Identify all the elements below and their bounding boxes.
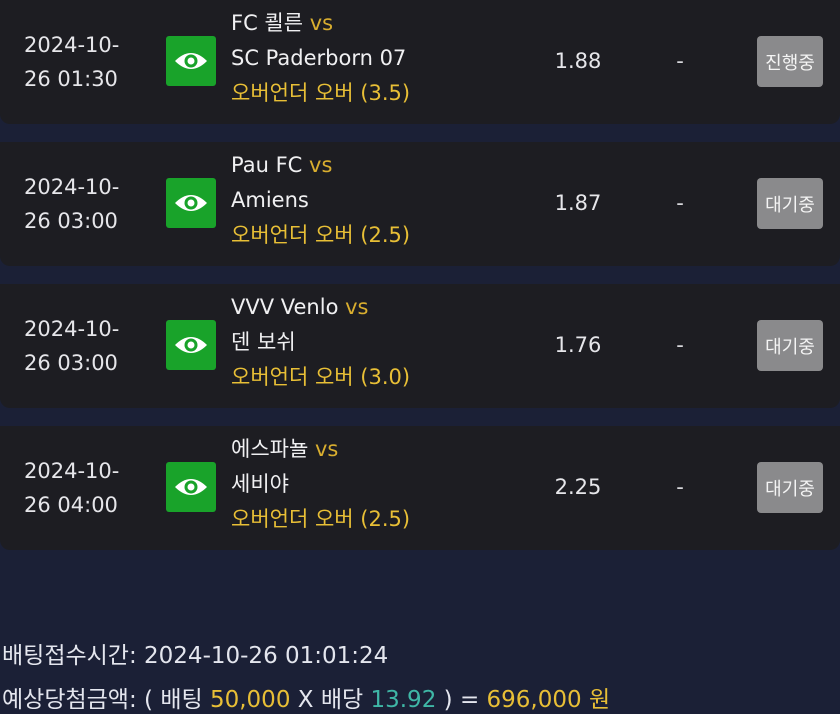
match-datetime: 2024-10- 26 01:30 (24, 28, 154, 96)
away-team: 덴 보쉬 (231, 330, 296, 354)
bet-card: 2024-10- 26 04:00 에스파뇰 vs 세비야 오버언더 오버 (2… (0, 426, 840, 550)
match-date: 2024-10- (24, 317, 120, 341)
bet-card: 2024-10- 26 03:00 Pau FC vs Amiens 오버언더 … (0, 142, 840, 266)
odds-value: 1.76 (554, 333, 602, 357)
bet-time-label: 배팅접수시간: (2, 643, 137, 669)
vs-label: vs (309, 153, 333, 177)
away-team: Amiens (231, 188, 309, 212)
odds-value: 1.88 (554, 49, 602, 73)
expected-payout-row: 예상당첨금액: ( 배팅 50,000 X 배당 13.92 ) = 696,0… (2, 680, 610, 714)
away-team: 세비야 (231, 472, 289, 496)
match-datetime: 2024-10- 26 04:00 (24, 454, 154, 522)
bet-market: 오버언더 오버 (2.5) (231, 507, 411, 531)
match-date: 2024-10- (24, 33, 120, 57)
bet-market: 오버언더 오버 (2.5) (231, 223, 411, 247)
total-odds-label: 배당 (320, 687, 364, 713)
bet-market: 오버언더 오버 (3.5) (231, 81, 411, 105)
status-button[interactable]: 대기중 (757, 178, 823, 229)
currency-label: 원 (588, 687, 611, 713)
match-time: 26 03:00 (24, 351, 118, 375)
vs-label: vs (309, 11, 334, 35)
stake-label: 배팅 (160, 687, 203, 713)
eye-icon (175, 479, 207, 495)
home-team: VVV Venlo (231, 295, 339, 319)
match-date: 2024-10- (24, 459, 120, 483)
total-odds-value: 13.92 (370, 687, 437, 713)
close-paren-equals: ) = (443, 687, 480, 713)
status-button[interactable]: 진행중 (757, 36, 823, 87)
payout-label: 예상당첨금액: (2, 687, 137, 713)
eye-icon (175, 53, 207, 69)
match-datetime: 2024-10- 26 03:00 (24, 170, 154, 238)
match-info: Pau FC vs Amiens 오버언더 오버 (2.5) (231, 148, 531, 253)
match-info: VVV Venlo vs 덴 보쉬 오버언더 오버 (3.0) (231, 290, 531, 395)
match-date: 2024-10- (24, 175, 120, 199)
view-detail-button[interactable] (166, 462, 216, 512)
bet-time-value: 2024-10-26 01:01:24 (144, 643, 389, 669)
home-team: Pau FC (231, 153, 303, 177)
odds-value: 2.25 (554, 475, 602, 499)
view-detail-button[interactable] (166, 178, 216, 228)
match-datetime: 2024-10- 26 03:00 (24, 312, 154, 380)
payout-value: 696,000 (486, 687, 582, 713)
home-team: 에스파뇰 (231, 437, 309, 461)
vs-label: vs (345, 295, 369, 319)
status-button[interactable]: 대기중 (757, 320, 823, 371)
stake-value: 50,000 (209, 687, 291, 713)
result-value: - (676, 475, 684, 499)
view-detail-button[interactable] (166, 36, 216, 86)
result-value: - (676, 49, 684, 73)
match-info: 에스파뇰 vs 세비야 오버언더 오버 (2.5) (231, 432, 531, 537)
match-time: 26 04:00 (24, 493, 118, 517)
eye-icon (175, 195, 207, 211)
home-team: FC 쾰른 (231, 11, 304, 35)
match-time: 26 01:30 (24, 67, 118, 91)
status-button[interactable]: 대기중 (757, 462, 823, 513)
bet-card: 2024-10- 26 03:00 VVV Venlo vs 덴 보쉬 오버언더… (0, 284, 840, 408)
bet-market: 오버언더 오버 (3.0) (231, 365, 411, 389)
match-time: 26 03:00 (24, 209, 118, 233)
result-value: - (676, 191, 684, 215)
bet-time-row: 배팅접수시간: 2024-10-26 01:01:24 (2, 636, 388, 670)
times-sign: X (297, 687, 314, 713)
match-info: FC 쾰른 vs SC Paderborn 07 오버언더 오버 (3.5) (231, 6, 531, 111)
odds-value: 1.87 (554, 191, 602, 215)
eye-icon (175, 337, 207, 353)
result-value: - (676, 333, 684, 357)
vs-label: vs (314, 437, 339, 461)
away-team: SC Paderborn 07 (231, 46, 407, 70)
open-paren: ( (144, 687, 154, 713)
view-detail-button[interactable] (166, 320, 216, 370)
bet-card: 2024-10- 26 01:30 FC 쾰른 vs SC Paderborn … (0, 0, 840, 124)
